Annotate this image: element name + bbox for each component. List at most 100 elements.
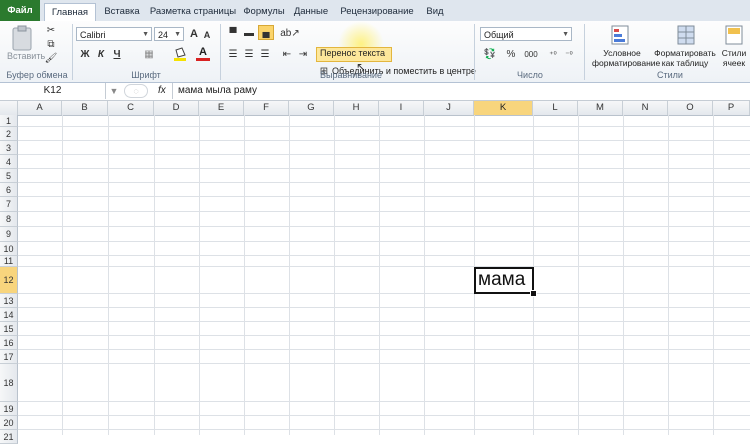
font-size-combo[interactable]: 24 ▼ (154, 27, 184, 41)
percent-button[interactable]: % (504, 47, 518, 61)
tab-home[interactable]: Главная (44, 3, 96, 23)
row-header[interactable]: 1 (0, 115, 18, 127)
worksheet-grid[interactable]: 1 2 3 4 5 6 7 8 9 10 11 12 13 14 15 16 1… (0, 115, 750, 444)
fill-color-icon[interactable] (172, 47, 188, 61)
font-color-button[interactable]: A (196, 45, 210, 61)
grid-line (379, 115, 380, 435)
currency-icon[interactable]: 💱 (480, 47, 500, 61)
row-header[interactable]: 11 (0, 256, 18, 267)
select-all-corner[interactable] (0, 101, 18, 115)
orientation-icon[interactable]: ab↗ (280, 27, 300, 39)
tab-review[interactable]: Рецензирование (338, 3, 416, 21)
format-painter-icon[interactable]: 🖌 (44, 52, 58, 64)
tab-page-layout[interactable]: Разметка страницы (146, 3, 240, 21)
column-header[interactable]: J (424, 101, 474, 115)
column-header[interactable]: A (18, 101, 62, 115)
align-top-icon[interactable]: ▀ (226, 27, 240, 39)
row-header[interactable]: 14 (0, 308, 18, 322)
chevron-down-icon[interactable]: ▼ (108, 84, 120, 98)
thousands-button[interactable]: 000 (520, 47, 542, 61)
tab-insert[interactable]: Вставка (102, 3, 142, 21)
align-left-icon[interactable]: ☰ (226, 48, 240, 60)
cell-styles-icon[interactable] (724, 24, 744, 46)
decrease-indent-icon[interactable]: ⇤ (280, 48, 294, 60)
column-header[interactable]: M (578, 101, 623, 115)
row-header[interactable]: 17 (0, 350, 18, 364)
row-header[interactable]: 13 (0, 294, 18, 308)
bold-button[interactable]: Ж (78, 47, 92, 61)
align-bottom-icon[interactable]: ▄ (258, 25, 274, 40)
decrease-decimal-icon[interactable]: ⁻⁰ (562, 47, 576, 61)
column-header[interactable]: B (62, 101, 108, 115)
row-header[interactable]: 19 (0, 402, 18, 416)
column-header[interactable]: N (623, 101, 668, 115)
column-header[interactable]: D (154, 101, 199, 115)
row-header[interactable]: 10 (0, 242, 18, 256)
column-header[interactable]: G (289, 101, 334, 115)
row-header[interactable]: 6 (0, 183, 18, 197)
grid-line (334, 115, 335, 435)
underline-button[interactable]: Ч (110, 47, 124, 61)
row-header[interactable]: 18 (0, 364, 18, 402)
increase-decimal-icon[interactable]: ⁺⁰ (546, 47, 560, 61)
row-header[interactable]: 9 (0, 227, 18, 242)
align-center-icon[interactable]: ☰ (242, 48, 256, 60)
grid-line (244, 115, 245, 435)
expand-formula-icon[interactable]: ◌ (124, 84, 148, 98)
separator (172, 83, 173, 99)
paste-button[interactable] (8, 23, 36, 53)
column-header[interactable]: P (713, 101, 750, 115)
grid-line (424, 115, 425, 435)
shrink-font-button[interactable]: A (202, 29, 212, 41)
tab-file[interactable]: Файл (0, 0, 40, 21)
grow-font-button[interactable]: A (188, 27, 200, 41)
active-cell[interactable]: мама (474, 267, 534, 294)
font-size-value: 24 (158, 30, 169, 40)
row-header[interactable]: 4 (0, 155, 18, 169)
increase-indent-icon[interactable]: ⇥ (296, 48, 310, 60)
format-table-icon[interactable] (676, 24, 696, 46)
grid-line (668, 115, 669, 435)
column-header[interactable]: H (334, 101, 379, 115)
column-header[interactable]: O (668, 101, 713, 115)
column-header-selected[interactable]: K (474, 101, 533, 115)
row-header[interactable]: 16 (0, 336, 18, 350)
name-box[interactable]: K12 (0, 83, 106, 99)
cell-styles-label[interactable]: Стили ячеек (718, 48, 750, 68)
column-header[interactable]: I (379, 101, 424, 115)
align-right-icon[interactable]: ☰ (258, 48, 272, 60)
cut-icon[interactable]: ✂ (44, 24, 58, 36)
align-middle-icon[interactable]: ▬ (242, 27, 256, 39)
row-header-selected[interactable]: 12 (0, 267, 18, 294)
tab-view[interactable]: Вид (420, 3, 450, 21)
column-header[interactable]: E (199, 101, 244, 115)
column-header[interactable]: L (533, 101, 578, 115)
paste-label: Вставить (7, 51, 46, 61)
copy-icon[interactable]: ⧉ (44, 38, 58, 50)
conditional-format-label[interactable]: Условное форматирование (592, 48, 660, 68)
column-header[interactable]: C (108, 101, 154, 115)
column-header[interactable]: F (244, 101, 289, 115)
row-header[interactable]: 3 (0, 141, 18, 155)
row-header[interactable]: 21 (0, 430, 18, 444)
row-header[interactable]: 5 (0, 169, 18, 183)
row-header[interactable]: 7 (0, 197, 18, 212)
font-name-combo[interactable]: Calibri ▼ (76, 27, 152, 41)
tab-formulas[interactable]: Формулы (240, 3, 288, 21)
formula-input[interactable]: мама мыла раму (178, 85, 257, 96)
conditional-format-icon[interactable] (610, 24, 630, 46)
borders-icon[interactable]: ▦ (140, 47, 158, 61)
row-header[interactable]: 8 (0, 212, 18, 227)
format-table-label[interactable]: Форматировать как таблицу (654, 48, 716, 68)
formula-bar: K12 ▼ ◌ fx мама мыла раму (0, 83, 750, 101)
row-header[interactable]: 20 (0, 416, 18, 430)
row-header[interactable]: 15 (0, 322, 18, 336)
row-header[interactable]: 2 (0, 127, 18, 141)
number-format-combo[interactable]: Общий ▼ (480, 27, 572, 41)
wrap-text-label: Перенос текста (320, 48, 386, 58)
function-icon[interactable]: fx (158, 85, 166, 96)
italic-button[interactable]: К (94, 47, 108, 61)
fill-handle[interactable] (530, 290, 537, 297)
grid-line (623, 115, 624, 435)
tab-data[interactable]: Данные (288, 3, 334, 21)
